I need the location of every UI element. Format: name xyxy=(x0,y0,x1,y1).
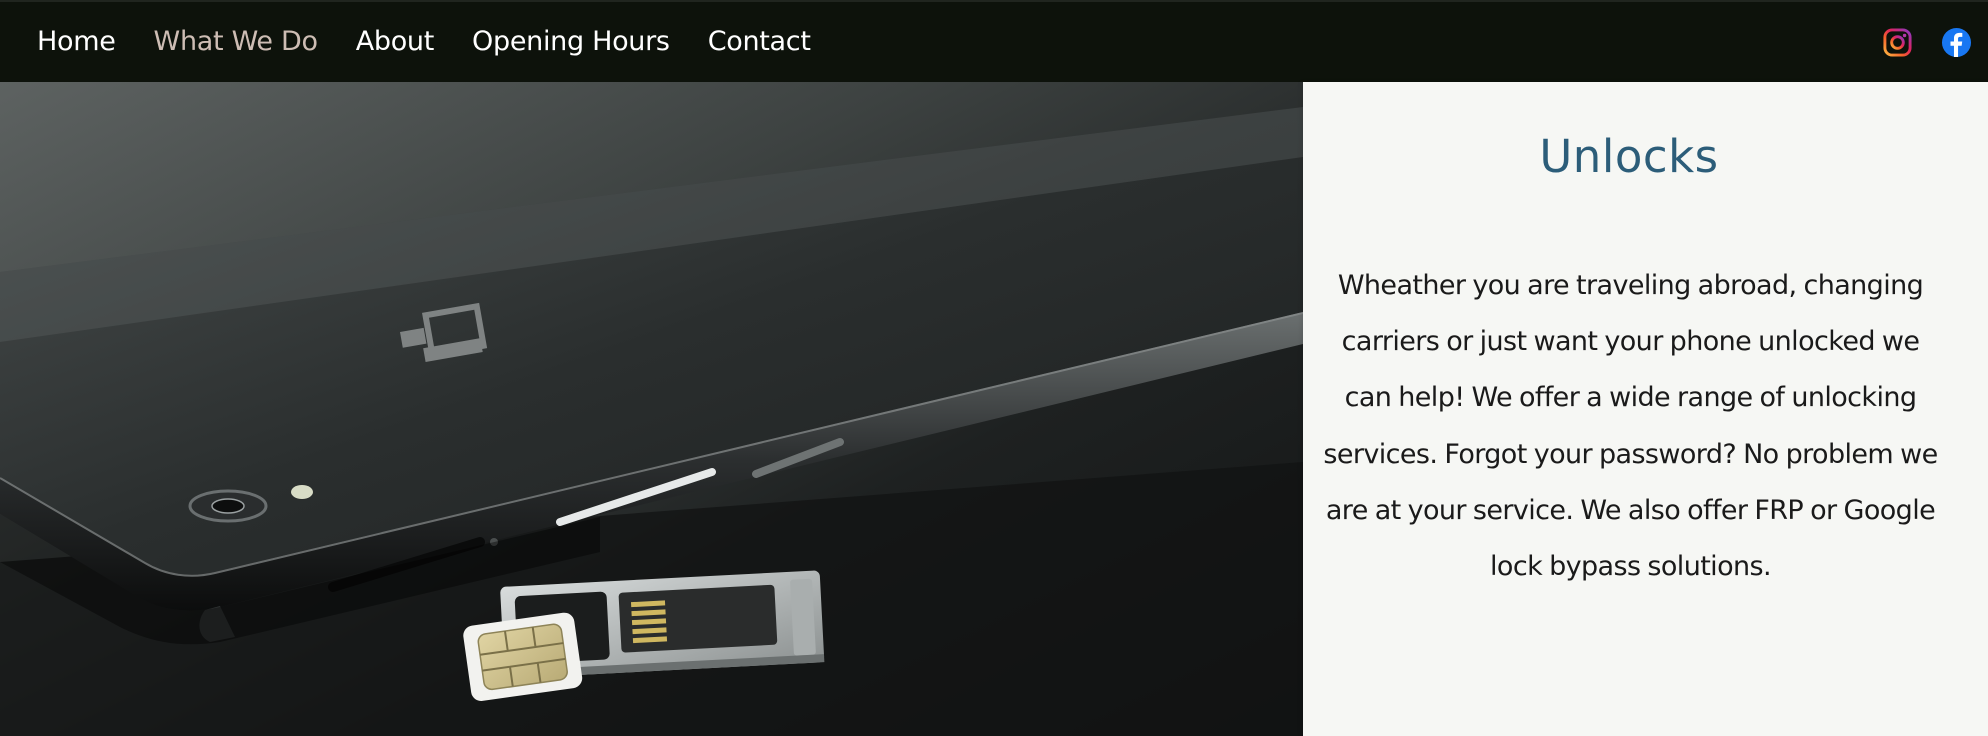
unlocks-panel: Unlocks Wheather you are traveling abroa… xyxy=(1303,82,1988,736)
nav-item-about[interactable]: About xyxy=(337,2,453,82)
site-header: Home What We Do About Opening Hours Cont… xyxy=(0,0,1988,82)
nav-item-contact[interactable]: Contact xyxy=(689,2,830,82)
hero-image xyxy=(0,82,1303,736)
smartphone-sim-photo xyxy=(0,82,1303,736)
nav-item-what-we-do[interactable]: What We Do xyxy=(135,2,337,82)
facebook-icon[interactable] xyxy=(1941,27,1972,58)
section-title: Unlocks xyxy=(1539,130,1719,183)
social-bar xyxy=(1882,27,1972,58)
nav-menu: Home What We Do About Opening Hours Cont… xyxy=(0,2,830,82)
section-description: Wheather you are traveling abroad, chang… xyxy=(1323,270,1938,583)
nav-item-home[interactable]: Home xyxy=(18,2,135,82)
nav-item-opening-hours[interactable]: Opening Hours xyxy=(453,2,689,82)
instagram-icon[interactable] xyxy=(1882,27,1913,58)
